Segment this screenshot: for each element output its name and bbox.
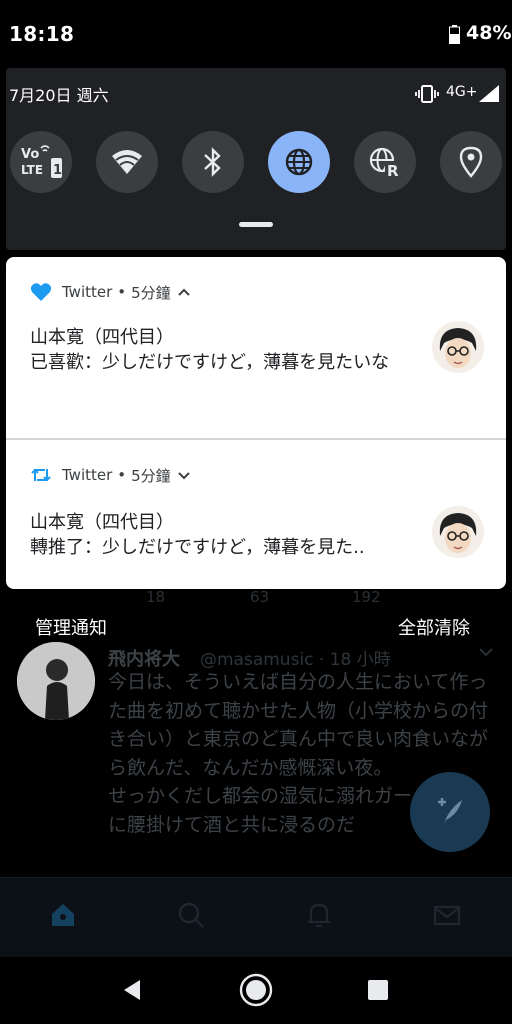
home-icon[interactable] [48,900,78,930]
feather-plus-icon [438,798,462,824]
svg-text:R: R [387,162,399,178]
wifi-icon [112,150,142,174]
tile-wifi[interactable] [96,131,158,193]
chevron-up-icon[interactable] [177,285,191,299]
tile-bluetooth[interactable] [182,131,244,193]
clear-all-button[interactable]: 全部清除 [398,614,470,640]
bluetooth-icon [204,147,221,177]
notification-time: 5分鐘 [131,466,171,485]
location-pin-icon [459,146,483,178]
globe-roaming-icon: R [369,147,401,178]
notification-avatar [432,321,484,373]
notification-app-name: Twitter [62,466,113,484]
back-triangle-icon [124,980,140,1000]
tile-volte[interactable]: Vo LTE 1 [10,131,72,193]
notification-header: Twitter • 5分鐘 [30,281,191,303]
manage-notifications-button[interactable]: 管理通知 [35,614,107,640]
compose-tweet-button[interactable] [410,772,490,852]
globe-icon [285,148,313,176]
bell-icon[interactable] [304,900,334,930]
notification-avatar [432,506,484,558]
status-bar [0,0,512,66]
notification-card[interactable]: Twitter • 5分鐘 山本寛（四代目） 已喜歡：少しだけですけど，薄暮を見… [6,257,506,438]
home-button[interactable] [238,972,274,1008]
recents-square-icon [368,980,388,1000]
battery-percentage: 48% [466,22,512,44]
heart-icon [30,283,52,301]
drag-handle[interactable] [239,222,273,227]
retweet-count: 63 [250,588,270,606]
reply-count: 18 [146,588,166,606]
svg-text:LTE: LTE [21,163,43,177]
battery-icon [449,25,460,44]
notification-separator: • [117,466,127,484]
chevron-down-icon [479,648,493,657]
recents-button[interactable] [360,972,396,1008]
notification-app-name: Twitter [62,283,113,301]
notification-text: 已喜歡：少しだけですけど，薄暮を見たいな [30,352,390,373]
notification-time: 5分鐘 [131,283,171,302]
volte-lte-icon: Vo LTE 1 [21,145,62,178]
tweet-author-handle: @masamusic · 18 小時 [200,650,391,670]
back-button[interactable] [114,972,150,1008]
svg-text:Vo: Vo [21,147,39,162]
vibrate-icon [415,85,439,103]
notification-separator: • [117,283,127,301]
notification-header: Twitter • 5分鐘 [30,464,191,486]
mail-icon[interactable] [432,900,462,930]
retweet-icon [31,468,51,482]
search-icon[interactable] [176,900,206,930]
tweet-avatar [17,642,95,720]
like-count: 192 [352,588,381,606]
notification-card[interactable]: Twitter • 5分鐘 山本寛（四代目） 轉推了：少しだけですけど，薄暮を見… [6,440,506,589]
home-circle-icon [239,973,273,1007]
clock: 18:18 [9,22,75,46]
chevron-down-icon[interactable] [177,468,191,482]
svg-text:1: 1 [53,163,62,178]
signal-strength-icon [479,85,499,102]
tile-location[interactable] [440,131,502,193]
tile-mobile-data[interactable] [268,131,330,193]
quick-settings-date: 7月20日 週六 [9,86,109,105]
tile-roaming[interactable]: R [354,131,416,193]
notification-text: 轉推了：少しだけですけど，薄暮を見た.. [30,537,365,558]
network-type: 4G+ [446,84,478,100]
